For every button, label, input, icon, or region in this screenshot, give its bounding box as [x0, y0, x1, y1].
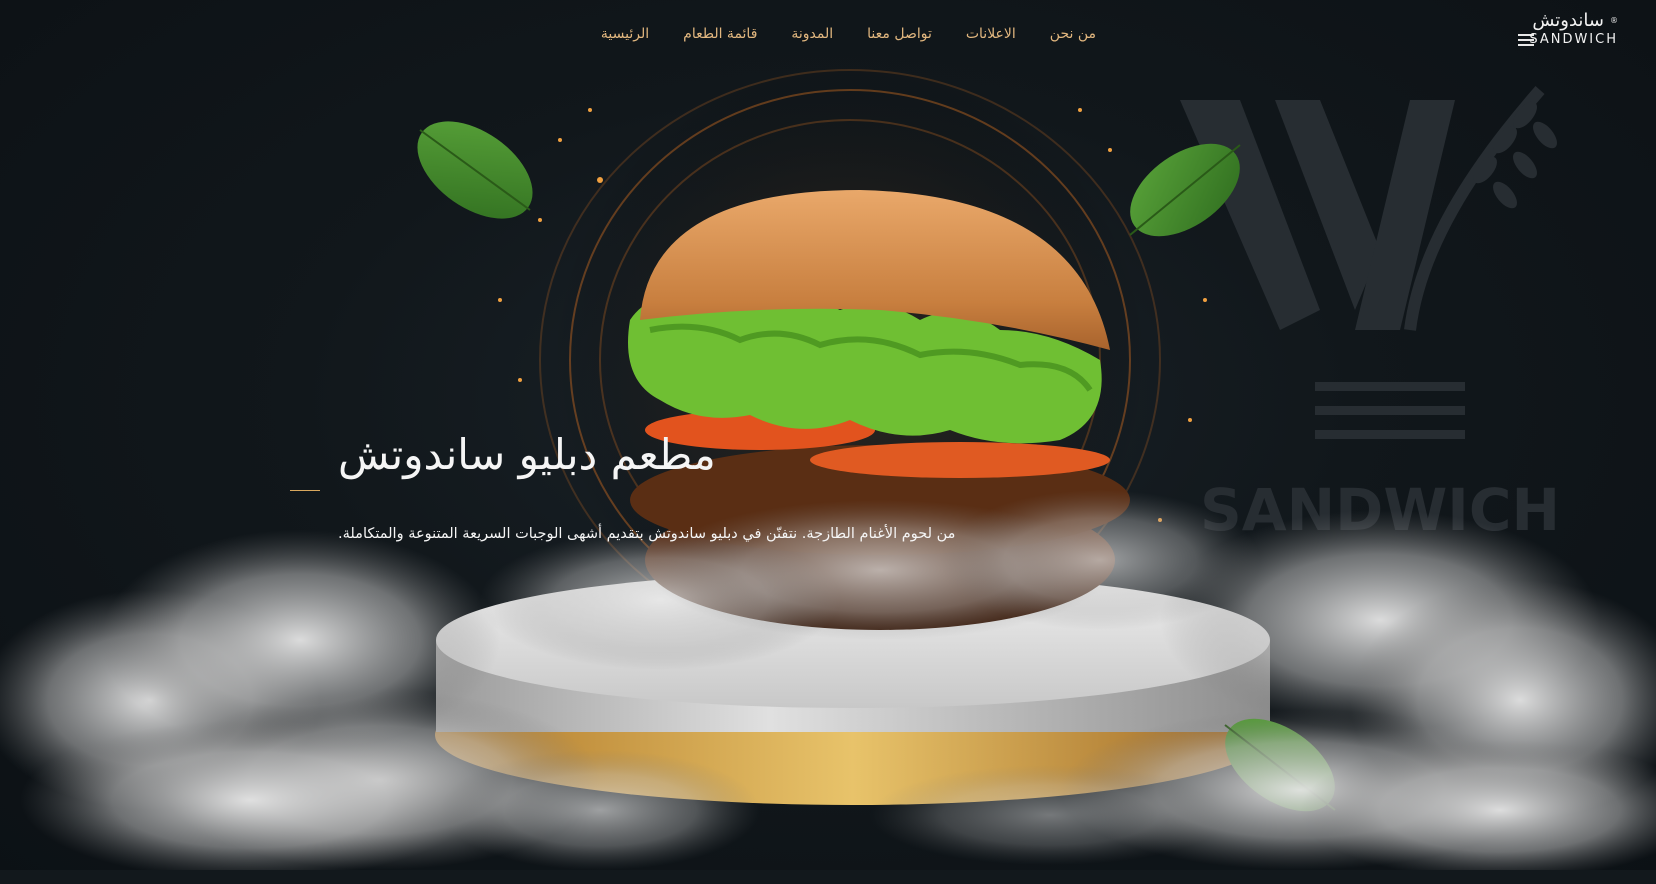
hero-accent-line — [290, 490, 320, 491]
nav-item-ads[interactable]: الاعلانات — [966, 26, 1016, 42]
logo-arabic-text: ساندوتش — [1532, 10, 1604, 31]
bottom-strip — [0, 870, 1656, 884]
nav-item-menu[interactable]: قائمة الطعام — [683, 26, 757, 42]
nav-item-home[interactable]: الرئيسية — [601, 26, 649, 42]
logo-english-text: SANDWICH — [1529, 32, 1618, 47]
main-nav: الرئيسية قائمة الطعام المدونة تواصل معنا… — [601, 26, 1096, 42]
hero-title: مطعم دبليو ساندوتش — [338, 430, 716, 479]
site-logo[interactable]: ساندوتش ® SANDWICH — [1518, 10, 1618, 50]
nav-item-blog[interactable]: المدونة — [791, 26, 833, 42]
nav-item-contact[interactable]: تواصل معنا — [867, 26, 932, 42]
hero-subtitle: من لحوم الأغنام الطازجة. نتفنّن في دبليو… — [338, 526, 956, 542]
registered-mark: ® — [1610, 16, 1618, 25]
page: SANDWICH — [0, 0, 1656, 884]
nav-item-about[interactable]: من نحن — [1050, 26, 1096, 42]
top-navigation-bar: ساندوتش ® SANDWICH الرئيسية قائمة الطعام… — [0, 0, 1656, 76]
